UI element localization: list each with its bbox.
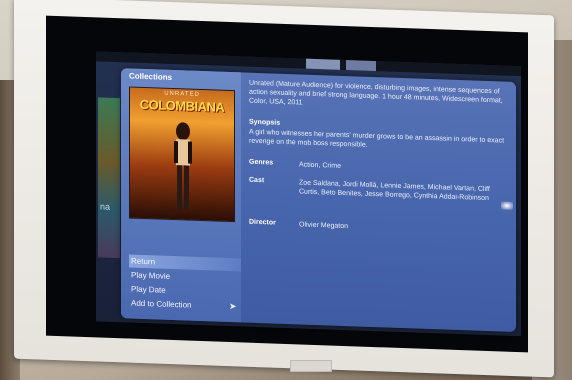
tv-bottom-tab — [290, 360, 332, 372]
panel-title: Collections — [129, 71, 173, 82]
side-thumbnail-strip — [98, 97, 120, 259]
director-value: Olivier Megaton — [299, 221, 349, 231]
side-label: na — [100, 201, 111, 212]
cover-title: COLOMBIANA — [139, 96, 225, 115]
menu-item-add-to-collection[interactable]: Add to Collection ➤ — [129, 296, 241, 313]
director-label: Director — [249, 218, 276, 227]
genres-label: Genres — [249, 158, 274, 167]
top-thumbnail — [346, 60, 376, 72]
movie-detail-panel: Collections UNRATED COLOMBIANA Unrated (… — [121, 68, 516, 332]
menu-item-label: Add to Collection — [131, 298, 192, 310]
synopsis-label: Synopsis — [249, 118, 281, 127]
genres-value: Action, Crime — [299, 161, 342, 170]
tv-screen: na Collections UNRATED COLOMBIANA Unrate… — [46, 15, 528, 353]
chevron-right-icon: ➤ — [229, 300, 237, 312]
cast-value: Zoe Saldana, Jordi Mollà, Lennie James, … — [299, 179, 490, 203]
action-menu: Return Play Movie Play Date Add to Colle… — [121, 254, 241, 322]
movie-cover[interactable]: UNRATED COLOMBIANA — [129, 86, 235, 223]
synopsis-text: A girl who witnesses her parents' murder… — [249, 128, 505, 149]
menu-item-label: Play Movie — [131, 270, 171, 281]
screen-glare — [501, 201, 513, 210]
cast-label: Cast — [249, 176, 265, 185]
cover-figure-image — [174, 122, 192, 210]
movie-description: Unrated (Mature Audience) for violence, … — [249, 79, 503, 107]
top-thumbnail — [306, 58, 340, 70]
menu-item-label: Play Date — [131, 284, 166, 295]
menu-item-label: Return — [131, 256, 156, 267]
